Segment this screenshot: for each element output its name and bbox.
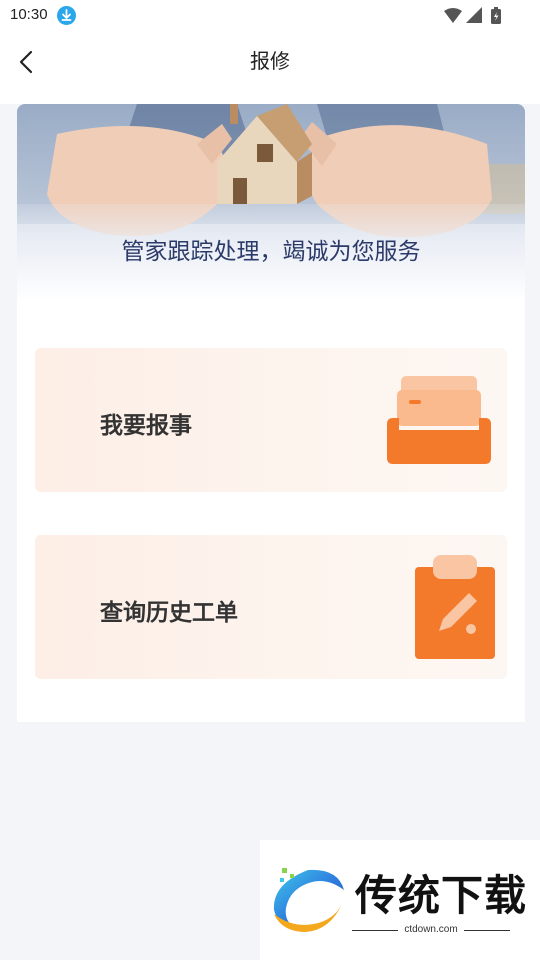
watermark-divider-right — [464, 930, 510, 931]
download-icon — [57, 6, 76, 25]
report-issue-label: 我要报事 — [100, 413, 192, 439]
order-history-button[interactable]: 查询历史工单 — [35, 535, 507, 679]
status-icons — [444, 7, 501, 24]
status-bar: 10:30 — [0, 0, 540, 32]
watermark-brand: 传统下载 — [355, 871, 528, 920]
inbox-tray-icon — [387, 376, 491, 464]
wifi-icon — [444, 8, 462, 23]
banner-image — [17, 104, 525, 302]
clipboard-edit-icon — [415, 555, 495, 659]
repair-card: 管家跟踪处理，竭诚为您服务 我要报事 查询历史工单 — [17, 104, 525, 722]
banner: 管家跟踪处理，竭诚为您服务 — [17, 104, 525, 302]
page-title: 报修 — [250, 49, 290, 73]
order-history-label: 查询历史工单 — [100, 600, 238, 626]
signal-icon — [466, 7, 482, 23]
status-time: 10:30 — [10, 6, 48, 23]
nav-bar: 报修 — [0, 32, 540, 104]
report-issue-button[interactable]: 我要报事 — [35, 348, 507, 492]
watermark: 传统下载 ctdown.com — [260, 840, 540, 960]
ctdown-logo-icon — [273, 868, 344, 932]
banner-slogan: 管家跟踪处理，竭诚为您服务 — [121, 239, 421, 265]
